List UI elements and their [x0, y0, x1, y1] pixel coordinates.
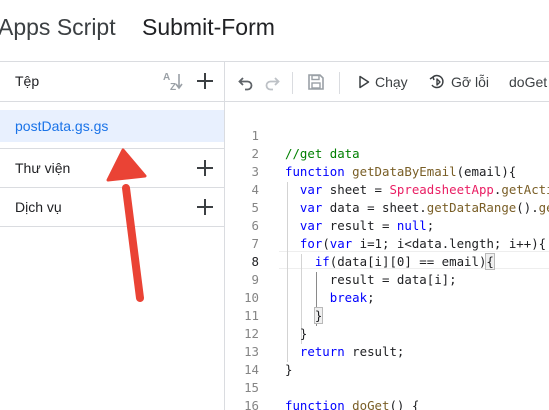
red-arrow-annotation: [106, 148, 147, 302]
add-service-icon[interactable]: [197, 199, 213, 215]
files-label: Tệp: [15, 73, 40, 89]
redo-button[interactable]: [263, 62, 281, 102]
code-line: //get data: [285, 146, 360, 161]
debug-label: Gỡ lỗi: [451, 74, 489, 90]
code-line: break;: [329, 290, 375, 305]
section-label-libraries: Thư viện: [15, 160, 71, 176]
code-line: var result = null;: [299, 218, 435, 233]
debug-button[interactable]: Gỡ lỗi: [429, 62, 489, 102]
redo-icon: [265, 77, 280, 91]
code-line: return result;: [299, 344, 405, 359]
debug-icon: [429, 74, 444, 89]
play-icon: [359, 75, 370, 89]
files-header: Tệp A Z: [0, 62, 224, 101]
save-button[interactable]: [307, 62, 325, 102]
svg-text:Z: Z: [170, 82, 176, 91]
matched-bracket: {: [485, 253, 495, 270]
files-separator: [0, 101, 224, 102]
add-library-icon[interactable]: [197, 160, 213, 176]
code-line: var data = sheet.getDataRange().getValue…: [299, 200, 549, 215]
function-select-value: doGet: [509, 74, 548, 90]
line-number: 15: [244, 380, 259, 395]
code-line: }: [285, 307, 324, 324]
line-number: 3: [251, 164, 259, 179]
project-name[interactable]: Submit-Form: [142, 14, 275, 41]
code-line: }: [299, 326, 308, 341]
save-icon: [308, 74, 324, 90]
toolbar-separator: [339, 72, 340, 94]
function-select[interactable]: doGet: [509, 62, 547, 102]
run-button[interactable]: Chạy: [358, 62, 408, 102]
code-line: var sheet = SpreadsheetApp.getActiveShee…: [299, 182, 549, 197]
section-label-services: Dịch vụ: [15, 199, 62, 215]
line-number: 12: [244, 326, 259, 341]
code-editor[interactable]: 1 2 3 4 5 6 7 8 9 10 11 12 13 14 15 16 /…: [225, 102, 549, 410]
line-number: 2: [251, 146, 259, 161]
line-number: 13: [244, 344, 259, 359]
code-line: if(data[i][0] == email){: [314, 253, 495, 270]
file-item-postdata[interactable]: postData.gs.gs: [0, 110, 224, 142]
code-line: }: [285, 362, 293, 377]
line-number: 9: [251, 272, 259, 287]
code-line: result = data[i];: [329, 272, 457, 287]
undo-icon: [238, 77, 253, 91]
app-name[interactable]: Apps Script: [0, 14, 116, 41]
line-number: 11: [244, 308, 259, 323]
toolbar-separator: [292, 72, 293, 94]
line-number: 6: [251, 218, 259, 233]
line-number: 7: [251, 236, 259, 251]
line-number: 1: [251, 128, 259, 143]
line-number: 16: [244, 398, 259, 410]
code-line: function getDataByEmail(email){: [285, 164, 517, 179]
line-number: 14: [244, 362, 259, 377]
line-number: 8: [251, 254, 259, 269]
run-label: Chạy: [375, 74, 408, 90]
sort-az-icon[interactable]: A Z: [163, 71, 185, 91]
add-file-icon[interactable]: [197, 73, 213, 89]
app-header: Apps Script Submit-Form: [0, 0, 549, 60]
file-name: postData.gs.gs: [15, 118, 109, 134]
line-number: 10: [244, 290, 259, 305]
undo-button[interactable]: [237, 62, 255, 102]
code-line: for(var i=1; i<data.length; i++){: [299, 236, 547, 251]
line-number: 4: [251, 182, 259, 197]
editor-toolbar: Chạy Gỡ lỗi doGet: [225, 62, 549, 102]
line-number: 5: [251, 200, 259, 215]
code-line: function doGet() {: [285, 398, 420, 410]
matched-bracket: }: [313, 307, 324, 324]
